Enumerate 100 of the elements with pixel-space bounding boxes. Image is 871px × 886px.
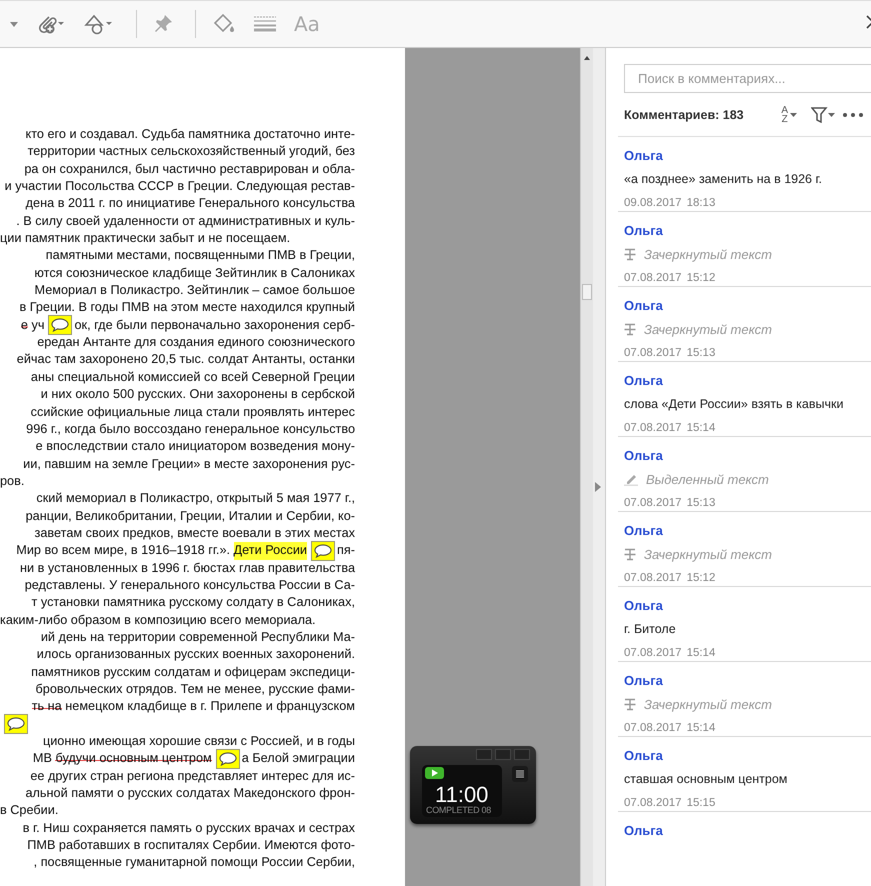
document-text: и них около 500 русских. Они захоронены в сербской (40, 386, 355, 404)
timer-caption: COMPLETED 08 (426, 805, 491, 815)
comment-card[interactable]: Ольга (618, 812, 871, 886)
document-text: ии, павшим на земле Греции» в месте захоронения рус- (23, 456, 355, 473)
document-text: ПМВ работавших в госпиталях Сербии. Имеются фото- (27, 837, 355, 854)
comment-card[interactable]: Ольга Зачеркнутый текст 07.08.2017 15:12 (618, 212, 871, 288)
document-text: ров. (0, 472, 24, 490)
comment-count: Комментариев: 183 (624, 108, 745, 122)
speech-bubble-icon (218, 752, 237, 766)
comment-author: Ольга (624, 148, 664, 164)
document-text: кто его и создавал. Судьба памятника достаточно инте- (26, 126, 355, 143)
document-text: ции памятник практически забыт и не посещаем. (0, 230, 290, 248)
comment-author: Ольга (624, 373, 664, 388)
comment-card[interactable]: Ольга г. Битоле 07.08.2017 15:14 (618, 587, 871, 662)
shapes-icon (84, 13, 114, 35)
timer-time: 11:00 (435, 782, 488, 807)
paint-bucket-icon (212, 13, 236, 35)
comment-date: 07.08.2017 (624, 422, 682, 434)
document-text: альной памяти о русских солдатах Македонского фрон- (25, 785, 355, 802)
menu-icon[interactable] (512, 766, 528, 782)
comment-author: Ольга (624, 223, 664, 238)
speech-bubble-icon (51, 318, 70, 332)
comment-card[interactable]: Ольга Выделенный текст 07.08.2017 15:13 (618, 437, 871, 512)
scroll-up-icon[interactable] (584, 56, 590, 60)
document-text: ранции, Великобритании, Греции, Италии и Сербии, ко- (26, 508, 355, 525)
document-text: ский мемориал в Поликастро, открытый 5 мая 1977 г., (36, 490, 355, 508)
comment-text: слова «Дети России» взять в кавычки (624, 397, 844, 412)
document-text: ередан Антанте для создания единого союзнического (37, 334, 355, 352)
comment-card[interactable]: Ольга «а позднее» заменить на в 1926 г. 09.08.2017 18:13 (618, 137, 871, 212)
comment-time: 15:13 (686, 497, 716, 510)
comment-text: Зачеркнутый текст (644, 246, 772, 262)
document-text: . В силу своей удаленности от административных и куль- (16, 212, 355, 230)
document-text: в Греции. В годы ПМВ на этом месте находился крупный (19, 299, 355, 316)
document-text: ра он сохранился, был частично реставрирован и обла- (24, 160, 355, 178)
document-text: т установки памятника русскому солдату в Салониках, (32, 594, 355, 612)
comment-date: 07.08.2017 (624, 572, 682, 584)
comment-author: Ольга (624, 598, 664, 614)
speech-bubble-icon (314, 544, 332, 558)
document-text: памятников русским солдатам и офицерам экспедици- (31, 664, 355, 681)
document-text: дена в 2011 г. по инициативе Генерального консульства (26, 195, 355, 212)
comment-author: Ольга (624, 748, 664, 764)
expand-arrow-icon[interactable] (595, 482, 601, 492)
document-text: Мемориал в Поликастро. Зейтинлик – самое большое (34, 282, 355, 300)
document-text: заветам своих предков, вместе воевали в этих местах (34, 524, 355, 542)
strikethrough-icon (624, 548, 636, 561)
comment-marker[interactable] (216, 749, 240, 770)
document-text: пя- (337, 542, 355, 560)
speech-bubble-icon (7, 717, 25, 732)
document-text: а Белой эмиграции (242, 750, 355, 768)
strikethrough-icon (624, 322, 636, 336)
document-text: территории частных сельскохозяйственный угодий, без (28, 143, 355, 160)
play-button[interactable] (425, 767, 444, 779)
filter-button[interactable] (811, 106, 835, 123)
comment-text: «а позднее» заменить на в 1926 г. (624, 172, 822, 186)
comment-text: Зачеркнутый текст (644, 696, 772, 712)
document-text: илось организованных русских военных захоронений. (36, 646, 355, 664)
scroll-thumb[interactable] (582, 284, 592, 300)
comment-marker[interactable] (311, 540, 336, 561)
document-text: в г. Ниш сохраняется память о русских врачах и сестрах (22, 820, 355, 837)
comment-author: Ольга (624, 298, 664, 314)
document-text: ий день на территории современной Республики Ма- (40, 628, 355, 646)
comment-card[interactable]: Ольга Зачеркнутый текст 07.08.2017 15:14 (618, 662, 871, 738)
comment-card[interactable]: Ольга Зачеркнутый текст 07.08.2017 15:13 (618, 287, 871, 362)
scrollbar[interactable] (580, 48, 593, 886)
document-text: немецком кладбище в г. Прилепе и французском (64, 698, 355, 716)
comment-marker[interactable] (4, 714, 28, 734)
caret-icon (790, 112, 797, 117)
highlighter-icon (624, 472, 638, 486)
comment-time: 18:13 (686, 197, 716, 210)
document-text: 996 г., когда было воссоздано генеральное консульство (26, 420, 355, 438)
more-icon (843, 112, 863, 117)
document-text: МВ (32, 750, 53, 768)
document-text: бровольческих отрядов. Тем не менее, русские фами- (36, 681, 355, 698)
document-text: ни в установленных в 1996 г. бюстах глав правительства (20, 560, 355, 577)
document-text: ются союзническое кладбище Зейтинлик в Салониках (34, 264, 355, 282)
document-text: ейчас там захоронено 20,5 тыс. солдат Антанты, останки (16, 351, 355, 368)
document-text: аны специальной комиссией со всей Северной Греции (30, 368, 355, 386)
document-text: уч (30, 316, 44, 334)
comment-card[interactable]: Ольга Зачеркнутый текст 07.08.2017 15:12 (618, 512, 871, 588)
strikethrough-icon (624, 698, 636, 711)
comment-search-field[interactable]: Поиск в комментариях... (624, 64, 871, 94)
comment-text: г. Битоле (624, 622, 676, 636)
document-text: и участии Посольства СССР в Греции. Следующая рестав- (4, 178, 355, 196)
strikethrough-icon (624, 248, 636, 261)
comment-card[interactable]: Ольга ставшая основным центром 07.08.2017 15:15 (618, 737, 871, 812)
document-text: ционно имеющая хорошие связи с Россией, и в годы (42, 733, 355, 750)
document-text: ок, где были первоначально захоронения серб- (74, 316, 355, 334)
comment-author: Ольга (624, 673, 664, 688)
comment-date: 09.08.2017 (624, 197, 682, 210)
comment-time: 15:14 (686, 422, 716, 434)
comment-card[interactable]: Ольга слова «Дети России» взять в кавычки 07.08.2017 15:14 (618, 362, 871, 438)
comment-text: ставшая основным центром (624, 772, 788, 786)
comment-time: 15:14 (686, 722, 716, 734)
comment-author: Ольга (624, 448, 664, 464)
comment-date: 07.08.2017 (624, 347, 682, 360)
document-text: ее других стран региона представляет интерес для ис- (30, 768, 355, 785)
more-options-button[interactable] (843, 112, 863, 117)
comment-marker[interactable] (48, 315, 72, 336)
sort-button[interactable]: A Z (781, 106, 797, 124)
pushpin-icon (153, 14, 173, 34)
